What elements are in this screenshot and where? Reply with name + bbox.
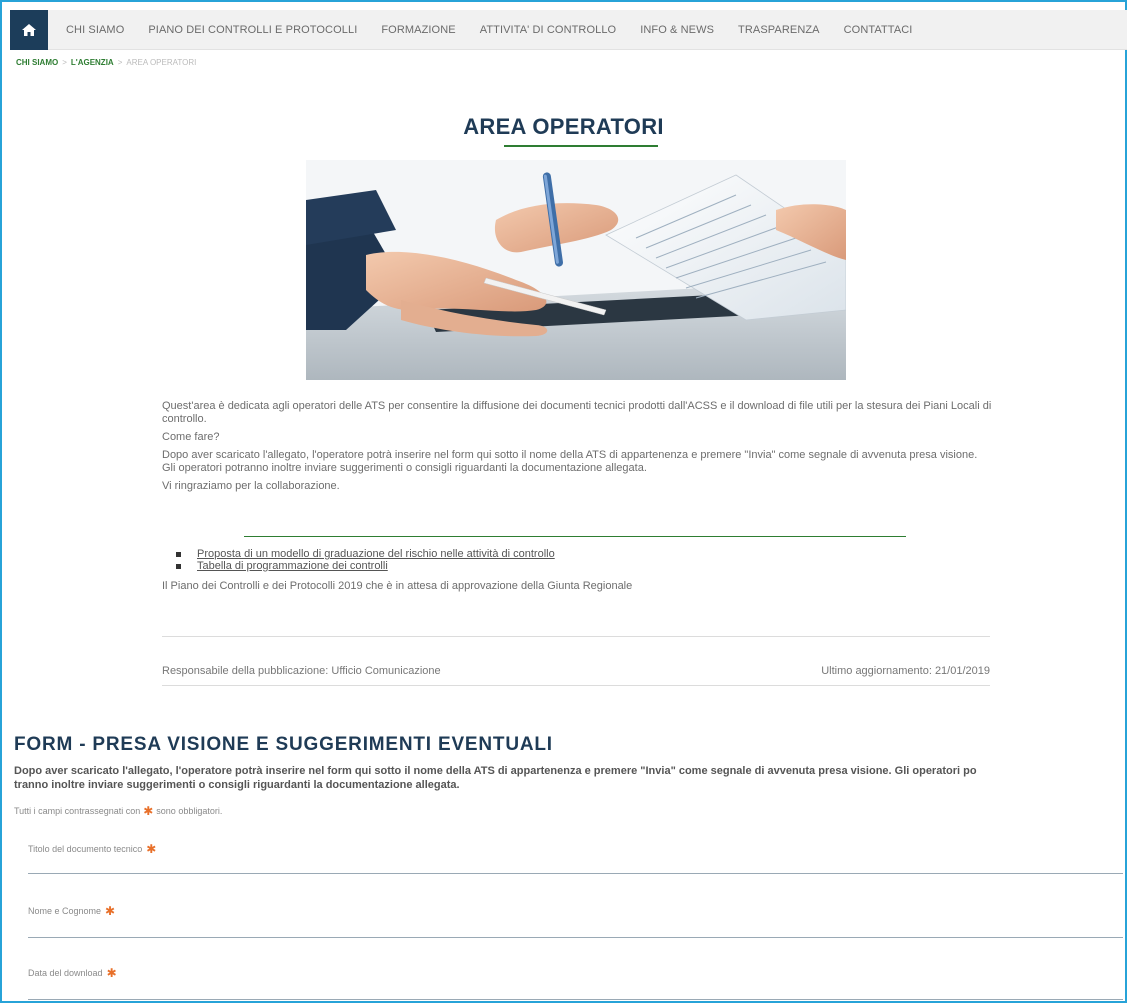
hero-image [306,160,846,380]
document-link-graduazione-rischio[interactable]: Proposta di un modello di graduazione de… [197,548,555,560]
publication-responsible: Responsabile della pubblicazione: Uffici… [162,665,441,677]
breadcrumb-chi-siamo[interactable]: CHI SIAMO [16,58,58,67]
nav-item-contattaci[interactable]: CONTATTACI [844,24,913,36]
intro-question: Come fare? [162,431,220,443]
field-label: Nome e Cognome ✱ [28,903,1123,918]
required-note-text: Tutti i campi contrassegnati con [14,806,141,816]
required-asterisk-icon: ✱ [105,903,116,918]
breadcrumb-separator: > [62,58,67,67]
plan-note: Il Piano dei Controlli e dei Protocolli … [162,580,633,592]
meta-divider [162,636,990,637]
required-note-text: sono obbligatori. [156,806,223,816]
list-item: Proposta di un modello di graduazione de… [176,548,555,560]
required-fields-note: Tutti i campi contrassegnati con ✱ sono … [14,803,223,818]
nav-item-info-news[interactable]: INFO & NEWS [640,24,714,36]
section-divider [244,536,906,537]
nav-item-attivita-controllo[interactable]: ATTIVITA' DI CONTROLLO [480,24,617,36]
form-description-line: tranno inoltre inviare suggerimenti o co… [14,779,460,791]
breadcrumb-agenzia[interactable]: L'AGENZIA [71,58,114,67]
page-title: AREA OPERATORI [463,114,664,139]
main-nav: CHI SIAMO PIANO DEI CONTROLLI E PROTOCOL… [10,9,1127,50]
nav-item-chi-siamo[interactable]: CHI SIAMO [66,24,124,36]
nav-item-piano-controlli[interactable]: PIANO DEI CONTROLLI E PROTOCOLLI [148,24,357,36]
document-title-field: Titolo del documento tecnico ✱ [28,841,1123,874]
document-title-input[interactable] [28,854,1123,868]
field-label-text: Nome e Cognome [28,906,102,916]
bullet-icon [176,551,181,557]
required-asterisk-icon: ✱ [106,965,117,980]
title-underline [504,145,658,147]
field-label-text: Titolo del documento tecnico [28,844,143,854]
documents-list: Proposta di un modello di graduazione de… [176,548,555,572]
breadcrumb: CHI SIAMO > L'AGENZIA > AREA OPERATORI [16,58,196,67]
intro-paragraph: Quest'area è dedicata agli operatori del… [162,400,992,425]
field-label: Data del download ✱ [28,965,1123,980]
intro-thanks: Vi ringraziamo per la collaborazione. [162,480,340,492]
nav-item-trasparenza[interactable]: TRASPARENZA [738,24,820,36]
breadcrumb-current: AREA OPERATORI [126,58,197,67]
home-icon [22,23,36,36]
last-updated: Ultimo aggiornamento: 21/01/2019 [821,665,990,677]
field-label-text: Data del download [28,968,103,978]
form-description: Dopo aver scaricato l'allegato, l'operat… [14,764,1124,792]
list-item: Tabella di programmazione dei controlli [176,560,555,572]
nav-item-formazione[interactable]: FORMAZIONE [381,24,455,36]
intro-text: Quest'area è dedicata agli operatori del… [162,400,992,498]
full-name-field: Nome e Cognome ✱ [28,903,1123,938]
required-asterisk-icon: ✱ [146,841,157,856]
intro-instructions: Dopo aver scaricato l'allegato, l'operat… [162,449,978,461]
full-name-input[interactable] [28,916,1123,930]
meta-divider [162,685,990,686]
breadcrumb-separator: > [117,58,123,67]
bullet-icon [176,563,181,569]
intro-paragraph: Dopo aver scaricato l'allegato, l'operat… [162,449,992,475]
form-description-line: Dopo aver scaricato l'allegato, l'operat… [14,765,977,777]
download-date-input[interactable] [28,978,1123,992]
document-link-tabella-programmazione[interactable]: Tabella di programmazione dei controlli [197,560,388,572]
form-title: FORM - PRESA VISIONE E SUGGERIMENTI EVEN… [14,734,553,755]
required-asterisk-icon: ✱ [143,803,154,818]
home-button[interactable] [10,9,48,50]
intro-suggestions: Gli operatori potranno inoltre inviare s… [162,462,647,474]
field-label: Titolo del documento tecnico ✱ [28,841,1123,856]
download-date-field: Data del download ✱ [28,965,1123,1000]
